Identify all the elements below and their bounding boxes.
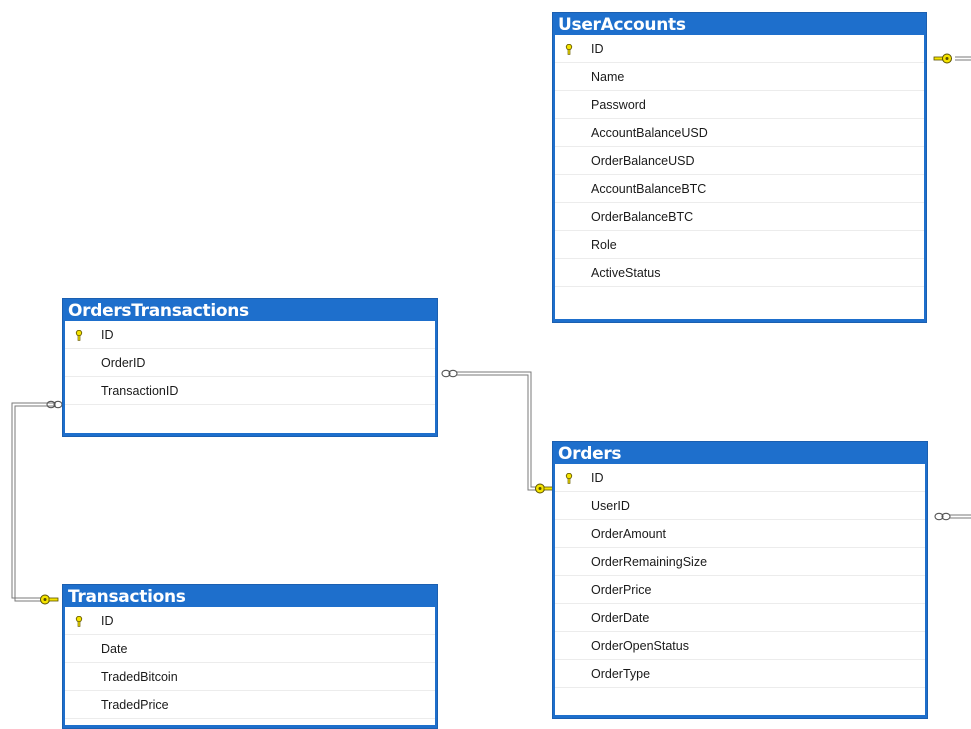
column-row[interactable]: UserID bbox=[555, 492, 925, 520]
column-name: ID bbox=[101, 614, 114, 628]
column-name: Date bbox=[101, 642, 128, 656]
column-row[interactable]: OrderRemainingSize bbox=[555, 548, 925, 576]
column-row[interactable]: TransactionID bbox=[65, 377, 435, 405]
column-name: OrderOpenStatus bbox=[591, 639, 689, 653]
column-row-pk[interactable]: ID bbox=[555, 464, 925, 492]
column-list: ID UserID OrderAmount OrderRemainingSize… bbox=[555, 464, 925, 715]
column-name: Password bbox=[591, 98, 646, 112]
column-row[interactable]: OrderOpenStatus bbox=[555, 632, 925, 660]
table-orders[interactable]: Orders ID UserID OrderAmount OrderRemain… bbox=[552, 441, 928, 719]
column-name: Name bbox=[591, 70, 625, 84]
infinity-icon bbox=[46, 400, 63, 409]
table-title: Transactions bbox=[68, 587, 186, 607]
column-list: ID OrderID TransactionID bbox=[65, 321, 435, 433]
column-row[interactable]: OrderBalanceUSD bbox=[555, 147, 924, 175]
key-connector-icon bbox=[40, 594, 59, 605]
column-name: UserID bbox=[591, 499, 630, 513]
column-name: AccountBalanceBTC bbox=[591, 182, 707, 196]
column-name: OrderID bbox=[101, 356, 146, 370]
column-row[interactable]: TradedPrice bbox=[65, 691, 435, 719]
column-row[interactable]: TradedBitcoin bbox=[65, 663, 435, 691]
column-name: TransactionID bbox=[101, 384, 179, 398]
column-name: OrderType bbox=[591, 667, 651, 681]
column-list: ID Date TradedBitcoin TradedPrice bbox=[65, 607, 435, 725]
column-name: TradedBitcoin bbox=[101, 670, 178, 684]
column-list: ID Name Password AccountBalanceUSD Order… bbox=[555, 35, 924, 319]
column-row[interactable]: OrderType bbox=[555, 660, 925, 688]
key-connector-icon bbox=[933, 53, 952, 64]
table-useraccounts[interactable]: UserAccounts ID Name Password AccountBal… bbox=[552, 12, 927, 323]
column-row[interactable]: Date bbox=[65, 635, 435, 663]
column-name: OrderBalanceBTC bbox=[591, 210, 694, 224]
table-title: UserAccounts bbox=[558, 15, 686, 35]
column-name: OrderBalanceUSD bbox=[591, 154, 695, 168]
column-row[interactable]: OrderBalanceBTC bbox=[555, 203, 924, 231]
infinity-icon bbox=[934, 512, 951, 521]
column-name: ActiveStatus bbox=[591, 266, 661, 280]
column-name: ID bbox=[591, 42, 604, 56]
column-row[interactable]: AccountBalanceUSD bbox=[555, 119, 924, 147]
column-row[interactable]: ActiveStatus bbox=[555, 259, 924, 287]
column-name: OrderPrice bbox=[591, 583, 652, 597]
column-name: OrderDate bbox=[591, 611, 650, 625]
table-title: OrdersTransactions bbox=[68, 301, 249, 321]
relationship-useraccounts-offscreen[interactable] bbox=[955, 56, 971, 61]
table-transactions[interactable]: Transactions ID Date TradedBitcoin Trade… bbox=[62, 584, 438, 729]
column-row-pk[interactable]: ID bbox=[65, 607, 435, 635]
column-name: AccountBalanceUSD bbox=[591, 126, 708, 140]
column-name: Role bbox=[591, 238, 617, 252]
column-row[interactable]: Password bbox=[555, 91, 924, 119]
column-row[interactable]: OrderDate bbox=[555, 604, 925, 632]
key-connector-icon bbox=[535, 483, 554, 494]
column-name: OrderRemainingSize bbox=[591, 555, 708, 569]
column-row-pk[interactable]: ID bbox=[555, 35, 924, 63]
column-name: ID bbox=[101, 328, 114, 342]
column-name: OrderAmount bbox=[591, 527, 667, 541]
column-row[interactable]: AccountBalanceBTC bbox=[555, 175, 924, 203]
column-row[interactable]: Name bbox=[555, 63, 924, 91]
column-row[interactable]: OrderAmount bbox=[555, 520, 925, 548]
column-row-pk[interactable]: ID bbox=[65, 321, 435, 349]
column-name: TradedPrice bbox=[101, 698, 169, 712]
table-title: Orders bbox=[558, 444, 622, 464]
table-orderstransactions[interactable]: OrdersTransactions ID OrderID Transactio… bbox=[62, 298, 438, 437]
relationship-orderstransactions-transactions[interactable] bbox=[11, 402, 56, 602]
column-row[interactable]: OrderPrice bbox=[555, 576, 925, 604]
infinity-icon bbox=[441, 369, 458, 378]
relationship-orderstransactions-orders[interactable] bbox=[456, 371, 541, 491]
column-row[interactable]: Role bbox=[555, 231, 924, 259]
column-row[interactable]: OrderID bbox=[65, 349, 435, 377]
column-name: ID bbox=[591, 471, 604, 485]
relationship-orders-offscreen[interactable] bbox=[950, 514, 971, 519]
